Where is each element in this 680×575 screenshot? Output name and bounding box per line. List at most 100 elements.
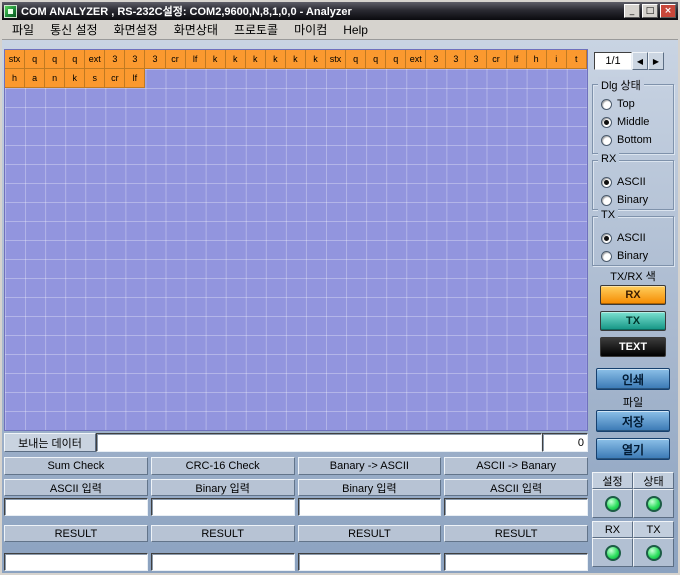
menu-item[interactable]: 마이컴 <box>286 19 335 40</box>
maximize-button[interactable]: □ <box>642 4 658 18</box>
print-button[interactable]: 인쇄 <box>596 368 670 390</box>
data-cell: k <box>286 50 306 69</box>
rx-led-cell <box>592 538 633 567</box>
led-panel-label: TX <box>633 521 674 538</box>
calc-input-field[interactable] <box>4 498 148 516</box>
data-cell: q <box>65 50 85 69</box>
data-cell: q <box>386 50 406 69</box>
data-cell: cr <box>166 50 186 69</box>
text-color-button[interactable]: TEXT <box>600 337 666 357</box>
radio-icon <box>601 233 612 244</box>
radio-icon <box>601 135 612 146</box>
led-panel-label: RX <box>592 521 633 538</box>
calc-column-header: Sum Check <box>4 457 148 475</box>
window-title: COM ANALYZER , RS-232C설정: COM2,9600,N,8,… <box>21 3 620 19</box>
data-cell: k <box>246 50 266 69</box>
data-cell: a <box>25 69 45 88</box>
tx-led <box>646 545 662 561</box>
radio-label: ASCII <box>617 232 646 244</box>
app-icon <box>4 5 17 18</box>
calc-input-label: Binary 입력 <box>151 479 295 496</box>
checksum-tools: Sum Check ASCII 입력 RESULT CRC-16 Check B… <box>4 457 588 571</box>
dlg-state-radio-option[interactable]: Middle <box>593 113 673 131</box>
tx-mode-radio-option[interactable]: Binary <box>593 247 673 265</box>
calc-result-field <box>4 553 148 571</box>
tx-mode-group-title: TX <box>598 209 618 221</box>
rx-color-button[interactable]: RX <box>600 285 666 305</box>
radio-label: Binary <box>617 194 648 206</box>
send-data-label: 보내는 데이터 <box>4 433 96 452</box>
right-panel: 1/1 ◀ ▶ Dlg 상태 Top Middl <box>590 40 676 573</box>
data-cell: q <box>346 50 366 69</box>
led-panel-label: 설정 <box>592 472 633 489</box>
tx-mode-radio-option[interactable]: ASCII <box>593 229 673 247</box>
file-section-title: 파일 <box>590 394 676 410</box>
rx-mode-radio-option[interactable]: ASCII <box>593 173 673 191</box>
rx-led <box>605 545 621 561</box>
led-panel-label: 상태 <box>633 472 674 489</box>
radio-label: Bottom <box>617 134 652 146</box>
calc-column: Banary -> ASCII Binary 입력 RESULT <box>298 457 442 571</box>
menu-item[interactable]: 프로토콜 <box>226 19 286 40</box>
dlg-state-radio-option[interactable]: Top <box>593 95 673 113</box>
menu-item[interactable]: 통신 설정 <box>42 19 106 40</box>
radio-icon <box>601 195 612 206</box>
dlg-state-group-title: Dlg 상태 <box>598 77 644 93</box>
radio-label: Middle <box>617 116 649 128</box>
data-cell: 3 <box>446 50 466 69</box>
data-cell: k <box>266 50 286 69</box>
calc-input-label: Binary 입력 <box>298 479 442 496</box>
status-led <box>646 496 662 512</box>
calc-column-header: Banary -> ASCII <box>298 457 442 475</box>
settings-led <box>605 496 621 512</box>
data-cell: 3 <box>426 50 446 69</box>
menu-item[interactable]: Help <box>335 21 376 39</box>
calc-result-label: RESULT <box>298 525 442 542</box>
data-cell: 3 <box>145 50 165 69</box>
data-cell: ext <box>406 50 426 69</box>
radio-icon <box>601 251 612 262</box>
calc-input-field[interactable] <box>444 498 588 516</box>
data-cell: cr <box>487 50 507 69</box>
menu-item[interactable]: 화면설정 <box>106 19 166 40</box>
close-button[interactable]: × <box>660 4 676 18</box>
calc-result-field <box>151 553 295 571</box>
minimize-button[interactable]: _ <box>624 4 640 18</box>
menu-item[interactable]: 화면상태 <box>166 19 226 40</box>
data-cell: 3 <box>105 50 125 69</box>
calc-input-field[interactable] <box>151 498 295 516</box>
dlg-state-radio-option[interactable]: Bottom <box>593 131 673 149</box>
tx-led-cell <box>633 538 674 567</box>
data-cell: stx <box>326 50 346 69</box>
save-button[interactable]: 저장 <box>596 410 670 432</box>
settings-led-cell <box>592 489 633 518</box>
send-data-input[interactable] <box>96 433 542 452</box>
radio-icon <box>601 99 612 110</box>
data-cell: i <box>547 50 567 69</box>
open-button[interactable]: 열기 <box>596 438 670 460</box>
data-cell: h <box>5 69 25 88</box>
rx-mode-radio-option[interactable]: Binary <box>593 191 673 209</box>
rxtx-led-panel: RX TX <box>592 521 674 567</box>
page-indicator: 1/1 <box>594 52 632 70</box>
next-page-button[interactable]: ▶ <box>648 52 664 70</box>
data-cell: 3 <box>125 50 145 69</box>
txrx-color-title: TX/RX 색 <box>590 268 676 284</box>
prev-page-button[interactable]: ◀ <box>632 52 648 70</box>
data-cell: k <box>65 69 85 88</box>
radio-label: ASCII <box>617 176 646 188</box>
data-cell: s <box>85 69 105 88</box>
menu-item[interactable]: 파일 <box>4 19 42 40</box>
data-cell: n <box>45 69 65 88</box>
calc-column: Sum Check ASCII 입력 RESULT <box>4 457 148 571</box>
radio-label: Top <box>617 98 635 110</box>
data-cell: stx <box>5 50 25 69</box>
calc-column-header: ASCII -> Banary <box>444 457 588 475</box>
titlebar: COM ANALYZER , RS-232C설정: COM2,9600,N,8,… <box>2 2 678 20</box>
calc-result-field <box>444 553 588 571</box>
radio-icon <box>601 177 612 188</box>
data-row-1: stx q q q ext 3 3 3 cr lf <box>5 50 587 69</box>
send-data-bar: 보내는 데이터 <box>4 433 588 452</box>
tx-color-button[interactable]: TX <box>600 311 666 331</box>
calc-input-field[interactable] <box>298 498 442 516</box>
